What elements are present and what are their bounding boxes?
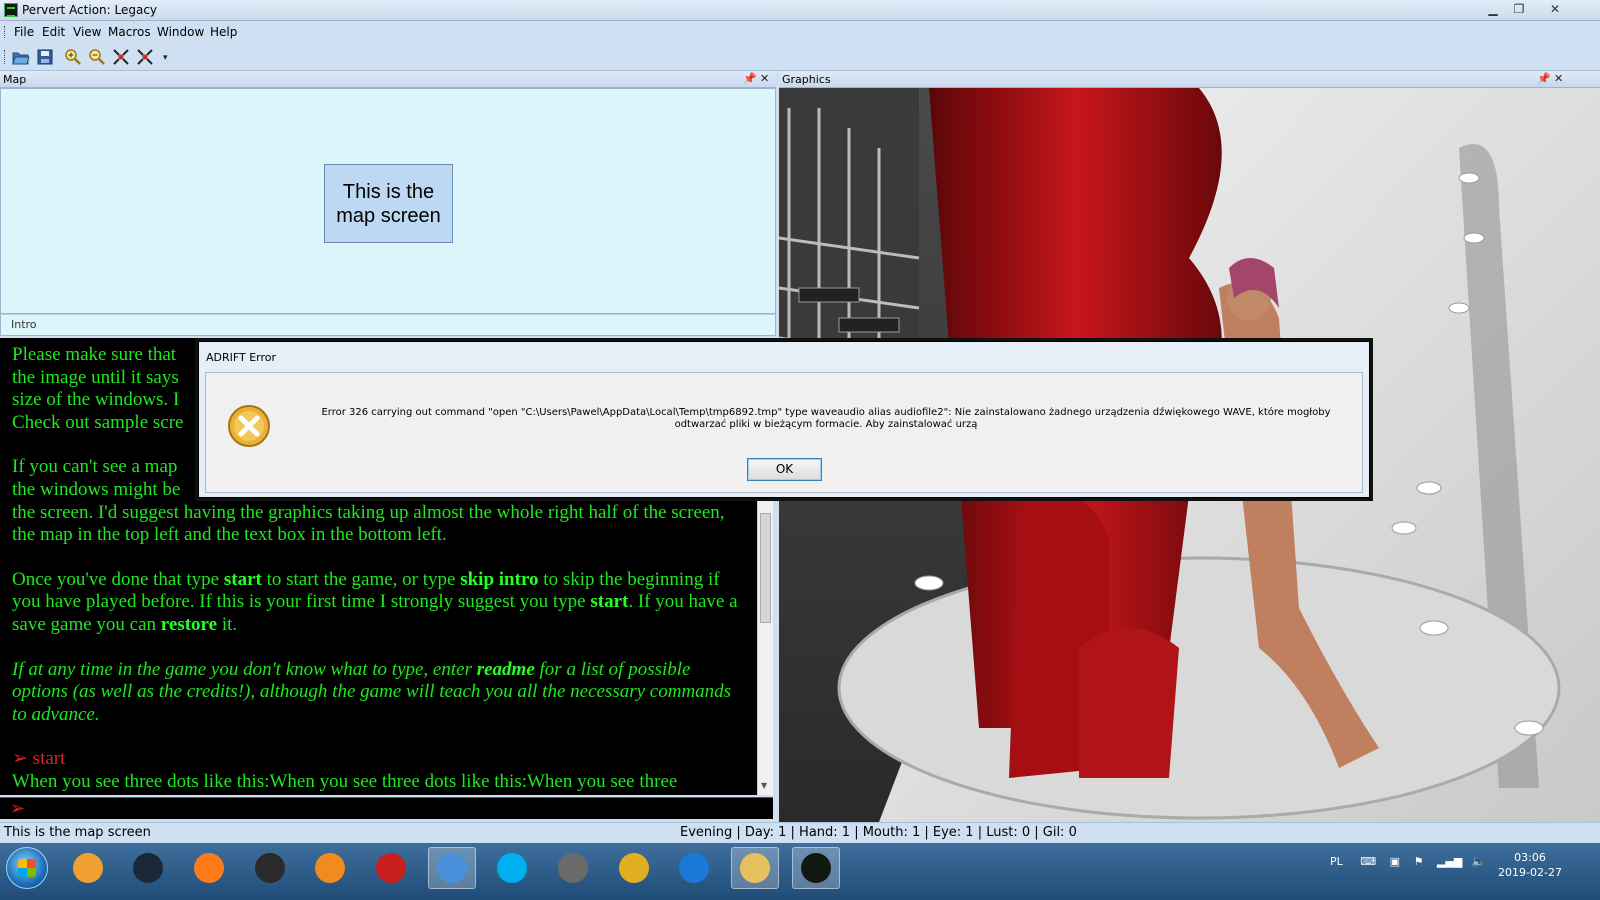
- clock-date: 2019-02-27: [1498, 866, 1562, 879]
- volume-icon[interactable]: 🔈: [1472, 855, 1486, 868]
- toolbar-overflow-button[interactable]: ▾: [163, 53, 168, 63]
- menu-bar: File Edit View Macros Window Help: [0, 21, 1600, 43]
- error-icon: [226, 403, 272, 449]
- ccleaner-icon[interactable]: [670, 847, 718, 889]
- command-input[interactable]: ➢: [0, 797, 773, 819]
- file-explorer-icon[interactable]: [731, 847, 779, 889]
- flag-icon[interactable]: ⚑: [1414, 855, 1424, 868]
- chrome-icon[interactable]: [610, 847, 658, 889]
- red-shield-icon[interactable]: [367, 847, 415, 889]
- menu-file[interactable]: File: [14, 25, 34, 39]
- clock-time: 03:06: [1514, 851, 1546, 864]
- text-paragraph-1: Please make sure that the image until it…: [12, 344, 184, 433]
- status-stats-text: Evening | Day: 1 | Hand: 1 | Mouth: 1 | …: [680, 825, 1077, 840]
- adrift-runner-icon-glyph: [801, 853, 831, 883]
- adrift-runner-icon[interactable]: [792, 847, 840, 889]
- prompt-arrow-icon: ➢: [10, 798, 26, 818]
- firefox-icon[interactable]: [185, 847, 233, 889]
- keyboard-icon[interactable]: ⌨: [1360, 855, 1376, 868]
- map-panel-header: Map 📌 ✕: [0, 71, 776, 88]
- firefox-icon-glyph: [194, 853, 224, 883]
- menu-window[interactable]: Window: [157, 25, 204, 39]
- red-shield-icon-glyph: [376, 853, 406, 883]
- command-echo: ➢ start: [12, 748, 66, 770]
- zoom-in-icon[interactable]: [64, 48, 82, 66]
- scrollbar-thumb[interactable]: [760, 513, 771, 623]
- nvidia-icon[interactable]: ▣: [1390, 855, 1400, 868]
- puzzle-app-icon[interactable]: [64, 847, 112, 889]
- text-last-line: When you see three dots like this:When y…: [12, 770, 678, 792]
- chrome-profile-icon-glyph: [437, 853, 467, 883]
- menu-grip[interactable]: [4, 26, 7, 38]
- dialog-message: Error 326 carrying out command "open "C:…: [321, 407, 1331, 430]
- chrome-profile-icon[interactable]: [428, 847, 476, 889]
- save-icon[interactable]: [36, 48, 54, 66]
- skype-icon-glyph: [497, 853, 527, 883]
- taskbar: PL ⌨ ▣ ⚑ ▂▄▆ 🔈 03:06 2019-02-27: [0, 843, 1600, 900]
- graphics-panel-header: Graphics 📌 ✕: [779, 71, 1600, 88]
- menu-help[interactable]: Help: [210, 25, 237, 39]
- minimize-button[interactable]: ▁: [1480, 0, 1506, 18]
- menu-edit[interactable]: Edit: [42, 25, 65, 39]
- title-bar: Pervert Action: Legacy ▁ ❐ ✕: [0, 0, 1600, 21]
- media-player-icon-glyph: [315, 853, 345, 883]
- skype-icon[interactable]: [488, 847, 536, 889]
- system-tray: PL ⌨ ▣ ⚑ ▂▄▆ 🔈: [1330, 855, 1486, 868]
- media-player-icon[interactable]: [306, 847, 354, 889]
- map-close-icon[interactable]: ✕: [760, 72, 769, 85]
- graphics-close-icon[interactable]: ✕: [1554, 72, 1563, 85]
- status-left-text: This is the map screen: [4, 825, 151, 840]
- scroll-down-icon[interactable]: ▼: [761, 781, 767, 790]
- chrome-icon-glyph: [619, 853, 649, 883]
- zoom-out-icon[interactable]: [88, 48, 106, 66]
- language-indicator[interactable]: PL: [1330, 855, 1343, 868]
- steam-icon[interactable]: [124, 847, 172, 889]
- restore-button[interactable]: ❐: [1506, 0, 1532, 18]
- network-icon[interactable]: ▂▄▆: [1437, 855, 1462, 868]
- ccleaner-icon-glyph: [679, 853, 709, 883]
- coin-shield-icon-glyph: [558, 853, 588, 883]
- toolbar: ▾: [0, 43, 1600, 71]
- headset-icon-glyph: [255, 853, 285, 883]
- map-room[interactable]: This is the map screen: [324, 164, 453, 243]
- map-pin-icon[interactable]: 📌: [743, 72, 757, 85]
- map-panel: This is the map screen: [0, 88, 776, 314]
- dialog-body: Error 326 carrying out command "open "C:…: [205, 372, 1363, 493]
- menu-macros[interactable]: Macros: [108, 25, 151, 39]
- window-title: Pervert Action: Legacy: [22, 3, 158, 17]
- coin-shield-icon[interactable]: [549, 847, 597, 889]
- text-paragraph-4: If at any time in the game you don't kno…: [12, 658, 732, 725]
- app-icon: [4, 3, 18, 17]
- dialog-title: ADRIFT Error: [206, 351, 277, 364]
- close-button[interactable]: ✕: [1532, 0, 1578, 18]
- start-button[interactable]: [6, 847, 48, 889]
- open-folder-icon[interactable]: [12, 48, 30, 66]
- clock[interactable]: 03:06 2019-02-27: [1490, 850, 1570, 880]
- error-dialog: ADRIFT Error Error 326 carrying out comm…: [198, 341, 1370, 498]
- map-level-tab[interactable]: Intro: [0, 314, 776, 336]
- map-panel-title: Map: [3, 73, 27, 86]
- zoom-fit-icon[interactable]: [112, 48, 130, 66]
- puzzle-app-icon-glyph: [73, 853, 103, 883]
- file-explorer-icon-glyph: [740, 853, 770, 883]
- headset-icon[interactable]: [246, 847, 294, 889]
- ok-button[interactable]: OK: [747, 458, 822, 481]
- zoom-reset-icon[interactable]: [136, 48, 154, 66]
- steam-icon-glyph: [133, 853, 163, 883]
- graphics-panel-title: Graphics: [782, 73, 831, 86]
- graphics-pin-icon[interactable]: 📌: [1537, 72, 1551, 85]
- menu-view[interactable]: View: [73, 25, 101, 39]
- toolbar-grip[interactable]: [4, 50, 7, 64]
- status-bar: This is the map screen Evening | Day: 1 …: [0, 822, 1600, 843]
- text-paragraph-3: Once you've done that type start to star…: [12, 568, 738, 635]
